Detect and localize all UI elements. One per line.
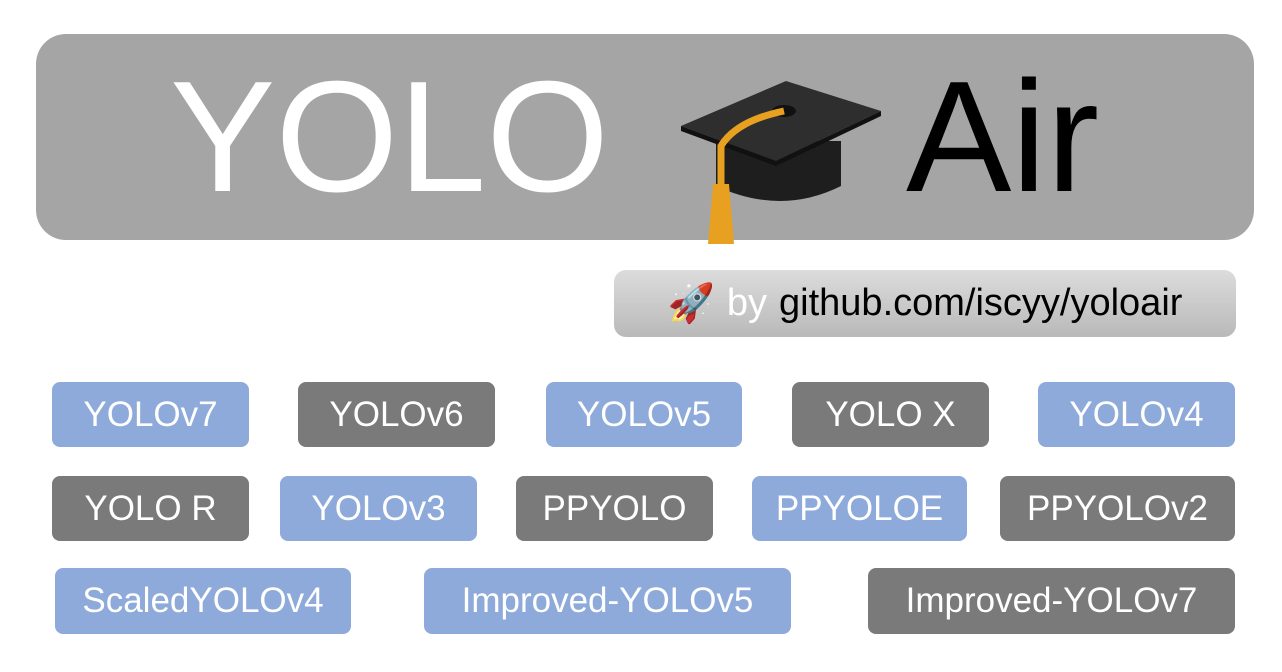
tag-ppyolo[interactable]: PPYOLO bbox=[516, 476, 713, 541]
github-link[interactable]: github.com/iscyy/yoloair bbox=[779, 282, 1182, 325]
tag-yolov5[interactable]: YOLOv5 bbox=[546, 382, 742, 447]
by-label: by bbox=[726, 282, 768, 324]
tag-ppyolov2[interactable]: PPYOLOv2 bbox=[1000, 476, 1235, 541]
github-badge[interactable]: 🚀 by github.com/iscyy/yoloair bbox=[614, 270, 1236, 337]
graduation-cap-icon bbox=[681, 81, 881, 244]
tag-yolor[interactable]: YOLO R bbox=[52, 476, 249, 541]
title-air: Air bbox=[906, 49, 1100, 225]
rocket-icon: 🚀 bbox=[667, 282, 715, 325]
tag-yolov7[interactable]: YOLOv7 bbox=[52, 382, 249, 447]
tag-yolov3[interactable]: YOLOv3 bbox=[280, 476, 477, 541]
tag-yolov6[interactable]: YOLOv6 bbox=[298, 382, 495, 447]
tag-scaledyolov4[interactable]: ScaledYOLOv4 bbox=[55, 568, 351, 634]
tag-ppyoloe[interactable]: PPYOLOE bbox=[752, 476, 967, 541]
tag-improved-yolov7[interactable]: Improved-YOLOv7 bbox=[868, 568, 1235, 634]
tag-improved-yolov5[interactable]: Improved-YOLOv5 bbox=[424, 568, 791, 634]
tag-yolox[interactable]: YOLO X bbox=[792, 382, 989, 447]
title-yolo: YOLO bbox=[170, 49, 610, 225]
tag-yolov4[interactable]: YOLOv4 bbox=[1038, 382, 1235, 447]
